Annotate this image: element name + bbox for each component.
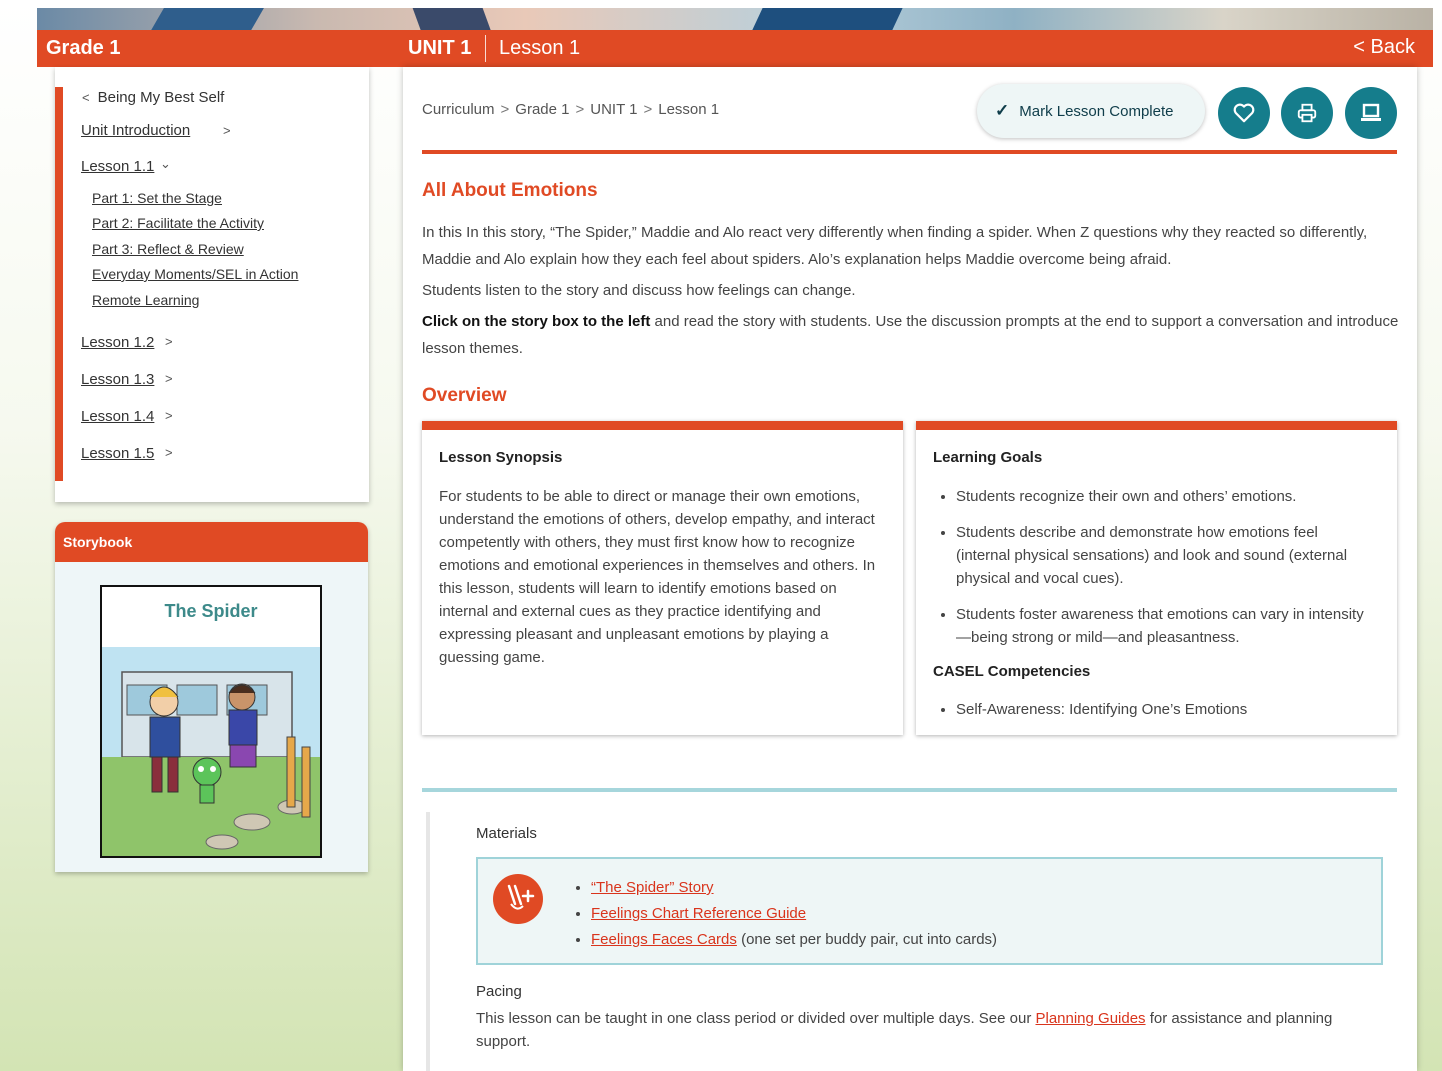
pacing-text: This lesson can be taught in one class p…: [476, 1007, 1376, 1053]
favorite-button[interactable]: [1218, 87, 1270, 139]
intro-paragraph-2: Students listen to the story and discuss…: [422, 282, 856, 299]
list-item: Students foster awareness that emotions …: [956, 603, 1376, 649]
lesson-1-5-label: Lesson 1.5: [81, 445, 155, 462]
grade-label: Grade 1: [46, 37, 121, 59]
laptop-icon: [1361, 103, 1381, 121]
cards-note: (one set per buddy pair, cut into cards): [736, 931, 998, 948]
sidebar-item-lesson-1-1[interactable]: Lesson 1.1: [81, 158, 154, 175]
materials-label: Materials: [476, 825, 537, 842]
feelings-faces-link[interactable]: Feelings Faces Cards: [591, 931, 737, 948]
list-item: “The Spider” Story: [591, 875, 997, 901]
sidebar-item-unit-intro[interactable]: Unit Introduction: [81, 122, 190, 139]
story-box-instruction: Click on the story box to the left: [422, 313, 651, 330]
materials-icon: [493, 874, 543, 924]
unit-title: Being My Best Self: [97, 89, 225, 106]
lesson-label: Lesson 1: [499, 37, 581, 59]
main-content: Curriculum > Grade 1 > UNIT 1 > Lesson 1 ✓ M…: [403, 67, 1417, 1071]
chevron-right-icon: >: [223, 123, 231, 138]
synopsis-title: Lesson Synopsis: [439, 449, 563, 466]
chevron-right-icon: >: [165, 445, 173, 460]
feelings-chart-link[interactable]: Feelings Chart Reference Guide: [591, 905, 806, 922]
lesson-nav-sidebar: < Being My Best Self Unit Introduction > …: [55, 67, 369, 502]
story-illustration: [102, 647, 320, 856]
sidebar-item-lesson-1-4[interactable]: Lesson 1.4: [81, 408, 154, 425]
sidebar-item-part-3[interactable]: Part 3: Reflect & Review: [92, 241, 244, 257]
breadcrumb-lesson[interactable]: Lesson 1: [658, 101, 719, 118]
present-button[interactable]: [1345, 87, 1397, 139]
mark-lesson-complete-button[interactable]: ✓ Mark Lesson Complete: [977, 84, 1205, 138]
breadcrumb: Curriculum > Grade 1 > UNIT 1 > Lesson 1: [422, 101, 720, 118]
spider-story-link[interactable]: “The Spider” Story: [591, 879, 714, 896]
chevron-down-icon: ⌄: [160, 156, 171, 171]
sidebar-item-part-2[interactable]: Part 2: Facilitate the Activity: [92, 215, 264, 231]
heart-icon: [1233, 103, 1255, 123]
learning-goals-title: Learning Goals: [933, 449, 1043, 466]
header-divider: [485, 35, 486, 62]
storybook-cover[interactable]: The Spider: [100, 585, 322, 858]
overview-heading: Overview: [422, 385, 507, 406]
sidebar-item-everyday-moments[interactable]: Everyday Moments/SEL in Action: [92, 266, 298, 282]
sidebar-item-part-1[interactable]: Part 1: Set the Stage: [92, 190, 222, 206]
lesson-1-1-label: Lesson 1.1: [81, 158, 155, 175]
list-item: Feelings Chart Reference Guide: [591, 901, 997, 927]
unit-intro-label: Unit Introduction: [81, 122, 191, 139]
breadcrumb-unit[interactable]: UNIT 1: [590, 101, 637, 118]
lesson-1-3-label: Lesson 1.3: [81, 371, 155, 388]
learning-goals-card: Learning Goals Students recognize their …: [916, 421, 1397, 735]
pacing-text-before: This lesson can be taught in one class p…: [476, 1010, 1036, 1027]
learning-goals-list: Students recognize their own and others’…: [956, 485, 1376, 649]
book-title: The Spider: [164, 601, 258, 621]
list-item: Self-Awareness: Identifying One’s Emotio…: [956, 698, 1376, 721]
breadcrumb-curriculum[interactable]: Curriculum: [422, 101, 495, 118]
checkmark-icon: ✓: [995, 101, 1010, 120]
synopsis-text: For students to be able to direct or man…: [439, 488, 876, 666]
list-item: Students recognize their own and others’…: [956, 485, 1376, 508]
print-button[interactable]: [1281, 87, 1333, 139]
sidebar-accent-bar: [55, 87, 63, 481]
printer-icon: [1297, 103, 1317, 123]
chevron-right-icon: >: [165, 371, 173, 386]
materials-list: “The Spider” Story Feelings Chart Refere…: [591, 875, 997, 953]
unit-back-link[interactable]: < Being My Best Self: [82, 89, 224, 106]
lesson-heading: All About Emotions: [422, 180, 598, 201]
sidebar-item-lesson-1-5[interactable]: Lesson 1.5: [81, 445, 154, 462]
section-left-rule: [426, 812, 430, 1071]
intro-paragraph-3: Click on the story box to the left and r…: [422, 308, 1402, 362]
list-item: Feelings Faces Cards (one set per buddy …: [591, 927, 997, 953]
casel-list: Self-Awareness: Identifying One’s Emotio…: [956, 698, 1376, 721]
lesson-1-4-label: Lesson 1.4: [81, 408, 155, 425]
planning-guides-link[interactable]: Planning Guides: [1035, 1010, 1145, 1027]
top-header-bar: Grade 1 UNIT 1 Lesson 1 < Back: [37, 30, 1433, 67]
title-rule: [422, 150, 1397, 154]
casel-title: CASEL Competencies: [933, 663, 1091, 680]
intro-paragraph: In this In this story, “The Spider,” Mad…: [422, 224, 1368, 268]
section-divider: [422, 788, 1397, 792]
lesson-synopsis-card: Lesson Synopsis For students to be able …: [422, 421, 903, 735]
sidebar-item-lesson-1-3[interactable]: Lesson 1.3: [81, 371, 154, 388]
chevron-right-icon: >: [165, 334, 173, 349]
materials-box: “The Spider” Story Feelings Chart Refere…: [476, 857, 1383, 965]
storybook-panel: Storybook The Spider: [55, 522, 368, 872]
list-item: Students describe and demonstrate how em…: [956, 521, 1376, 590]
chevron-right-icon: >: [165, 408, 173, 423]
sidebar-item-lesson-1-2[interactable]: Lesson 1.2: [81, 334, 154, 351]
chevron-left-icon: <: [82, 90, 90, 105]
storybook-header: Storybook: [55, 522, 368, 562]
mark-complete-label: Mark Lesson Complete: [1019, 103, 1174, 120]
lesson-1-2-label: Lesson 1.2: [81, 334, 155, 351]
breadcrumb-grade[interactable]: Grade 1: [515, 101, 569, 118]
sidebar-item-remote-learning[interactable]: Remote Learning: [92, 292, 199, 308]
pacing-label: Pacing: [476, 983, 522, 1000]
back-link[interactable]: < Back: [1353, 36, 1415, 59]
unit-label: UNIT 1: [408, 37, 472, 59]
hero-banner: [37, 8, 1433, 32]
